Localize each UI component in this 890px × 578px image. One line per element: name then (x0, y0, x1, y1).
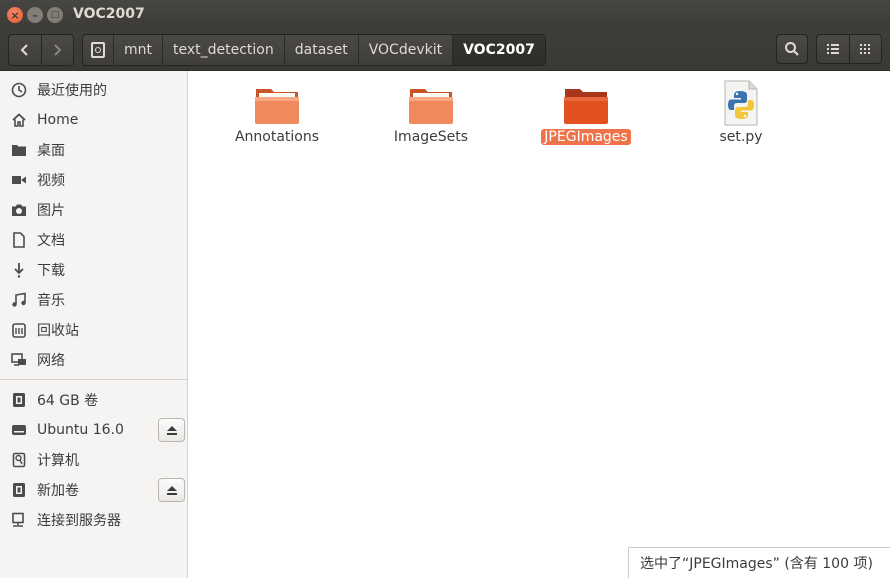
eject-ubuntu-button[interactable] (158, 418, 185, 442)
sidebar-item-connect-server[interactable]: 连接到服务器 (0, 505, 187, 535)
folder-icon (253, 79, 301, 127)
sidebar-item-downloads[interactable]: 下载 (0, 255, 187, 285)
sidebar-item-label: 新加卷 (37, 483, 79, 499)
sidebar-item-desktop[interactable]: 桌面 (0, 135, 187, 165)
download-icon (10, 261, 28, 279)
search-icon (785, 42, 799, 56)
sidebar-item-videos[interactable]: 视频 (0, 165, 187, 195)
sidebar-item-label: 网络 (37, 353, 65, 369)
sidebar-divider (0, 379, 187, 380)
sidebar-item-label: 回收站 (37, 323, 79, 339)
grid-view-icon (860, 44, 871, 54)
file-item-annotations[interactable]: Annotations (212, 79, 342, 145)
sidebar-item-label: 计算机 (37, 453, 79, 469)
drive-icon (91, 42, 105, 58)
view-mode-group (816, 34, 882, 64)
window-title: VOC2007 (73, 6, 145, 22)
chevron-right-icon (54, 44, 62, 56)
sidebar-item-trash[interactable]: 回收站 (0, 315, 187, 345)
grid-view-button[interactable] (848, 35, 882, 63)
server-icon (10, 511, 28, 529)
file-name: JPEGImages (541, 129, 631, 145)
maximize-icon: □ (50, 9, 60, 20)
close-window-button[interactable]: × (7, 7, 23, 23)
camera-icon (10, 201, 28, 219)
folder-icon (562, 79, 610, 127)
minimize-icon: – (32, 8, 38, 22)
sidebar-item-label: 图片 (37, 203, 65, 219)
sidebar-item-label: 64 GB 卷 (37, 393, 99, 409)
sidebar-item-computer[interactable]: 计算机 (0, 445, 187, 475)
path-root-button[interactable] (83, 35, 113, 65)
file-item-imagesets[interactable]: ImageSets (366, 79, 496, 145)
folder-icon (407, 79, 455, 127)
desktop-folder-icon (10, 141, 28, 159)
sidebar-item-label: 音乐 (37, 293, 65, 309)
network-icon (10, 351, 28, 369)
nav-buttons (8, 34, 74, 66)
clock-icon (10, 81, 28, 99)
eject-new-volume-button[interactable] (158, 478, 185, 502)
sidebar-item-home[interactable]: Home (0, 105, 187, 135)
forward-button[interactable] (40, 35, 74, 65)
trash-icon (10, 321, 28, 339)
close-icon: × (10, 8, 20, 22)
path-bar: mnt text_detection dataset VOCdevkit VOC… (82, 34, 546, 66)
sidebar-item-label: 下载 (37, 263, 65, 279)
file-name: ImageSets (393, 129, 469, 145)
sidebar-item-network[interactable]: 网络 (0, 345, 187, 375)
eject-icon (166, 485, 177, 495)
back-button[interactable] (9, 35, 41, 65)
sidebar-item-pictures[interactable]: 图片 (0, 195, 187, 225)
sidebar-item-label: 最近使用的 (37, 83, 107, 99)
header-bar: mnt text_detection dataset VOCdevkit VOC… (0, 29, 890, 71)
sidebar-item-64gb-volume[interactable]: 64 GB 卷 (0, 385, 187, 415)
sidebar: 最近使用的 Home 桌面 视频 图片 文档 下载 音乐 回收站 网络 64 G… (0, 71, 188, 578)
sidebar-item-music[interactable]: 音乐 (0, 285, 187, 315)
sidebar-item-label: 桌面 (37, 143, 65, 159)
path-segment-dataset[interactable]: dataset (283, 35, 358, 65)
file-item-set-py[interactable]: set.py (676, 79, 806, 145)
maximize-window-button[interactable]: □ (47, 7, 63, 23)
music-icon (10, 291, 28, 309)
sidebar-item-label: 连接到服务器 (37, 513, 121, 529)
chevron-left-icon (20, 44, 28, 56)
drive-icon (10, 481, 28, 499)
path-segment-voc2007[interactable]: VOC2007 (452, 35, 545, 65)
path-segment-vocdevkit[interactable]: VOCdevkit (357, 35, 452, 65)
file-name: set.py (719, 129, 763, 145)
computer-icon (10, 451, 28, 469)
home-icon (10, 111, 28, 129)
search-button[interactable] (776, 34, 808, 64)
eject-icon (166, 425, 177, 435)
python-file-icon (717, 79, 765, 127)
file-view[interactable]: Annotations ImageSets JPEGImages set.py (188, 71, 890, 578)
drive-icon (10, 391, 28, 409)
sidebar-item-label: Home (37, 112, 79, 128)
path-segment-text-detection[interactable]: text_detection (162, 35, 284, 65)
path-segment-mnt[interactable]: mnt (113, 35, 162, 65)
sidebar-item-label: Ubuntu 16.0 (37, 422, 124, 438)
file-item-jpegimages[interactable]: JPEGImages (521, 79, 651, 145)
file-name: Annotations (234, 129, 320, 145)
list-view-icon (826, 44, 839, 54)
list-view-button[interactable] (817, 35, 849, 63)
document-icon (10, 231, 28, 249)
video-icon (10, 171, 28, 189)
title-bar: × – □ VOC2007 (0, 0, 890, 29)
sidebar-item-label: 视频 (37, 173, 65, 189)
minimize-window-button[interactable]: – (27, 7, 43, 23)
selection-status: 选中了“JPEGImages” (含有 100 项) (628, 547, 890, 578)
sidebar-item-recent[interactable]: 最近使用的 (0, 75, 187, 105)
sidebar-item-label: 文档 (37, 233, 65, 249)
harddisk-icon (10, 421, 28, 439)
sidebar-item-documents[interactable]: 文档 (0, 225, 187, 255)
